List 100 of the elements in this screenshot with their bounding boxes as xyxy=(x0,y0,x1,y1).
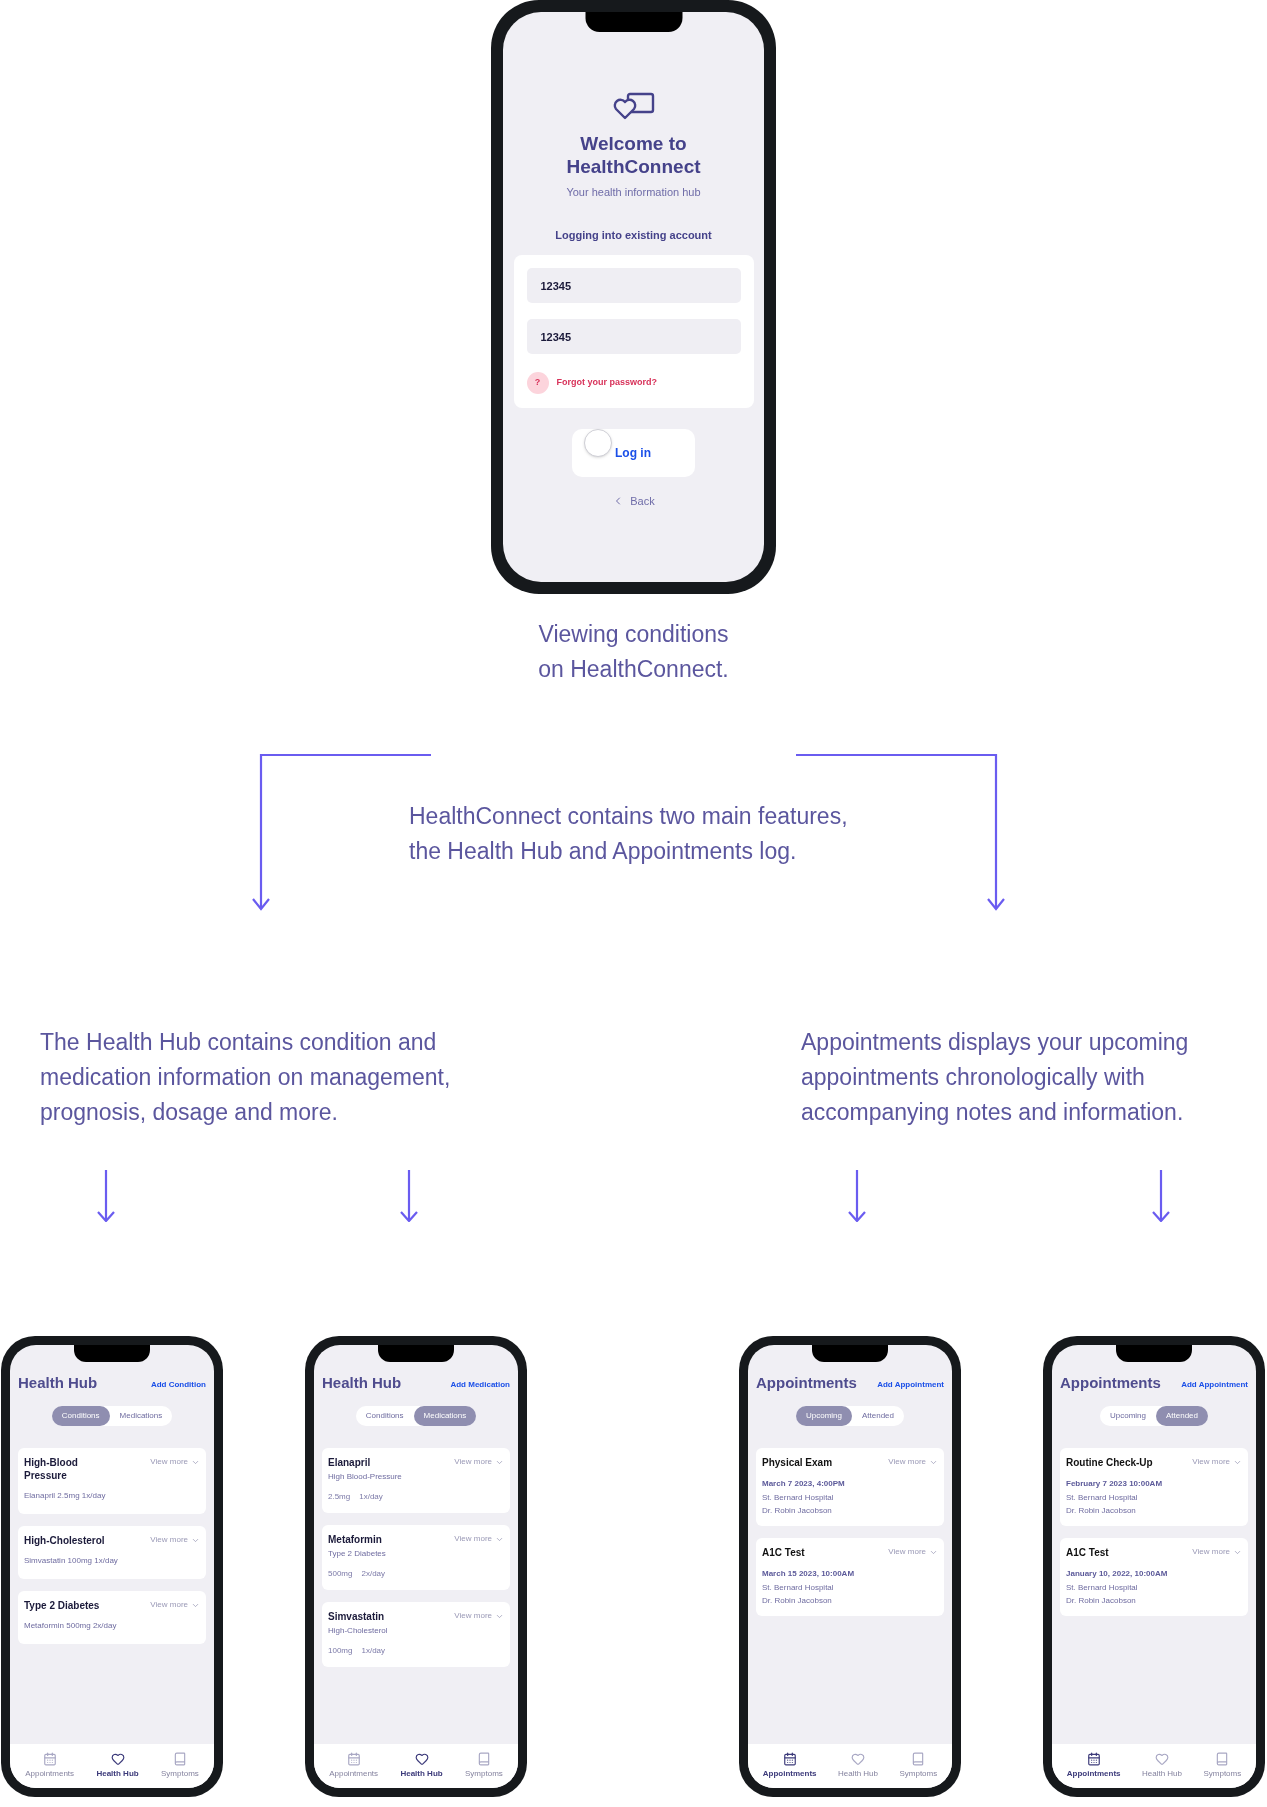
view-more-button[interactable]: View more xyxy=(1192,1456,1242,1468)
screen-title: Appointments xyxy=(756,1374,857,1392)
add-link[interactable]: Add Appointment xyxy=(877,1379,944,1391)
view-more-button[interactable]: View more xyxy=(454,1456,504,1468)
nav-tab[interactable]: Appointments xyxy=(25,1752,75,1780)
view-more-button[interactable]: View more xyxy=(888,1456,938,1468)
appointment-datetime: March 7 2023, 4:00PM xyxy=(762,1478,846,1490)
view-more-button[interactable]: View more xyxy=(454,1610,504,1622)
dose-text: 500mg xyxy=(328,1568,353,1580)
segment-tab[interactable]: Attended xyxy=(852,1406,904,1426)
heart-icon xyxy=(850,1752,865,1766)
heart-icon xyxy=(110,1752,125,1766)
doctor-text: Dr. Robin Jacobson xyxy=(1066,1505,1137,1517)
nav-tab[interactable]: Appointments xyxy=(329,1752,379,1780)
segment-tab[interactable]: Medications xyxy=(413,1406,477,1426)
screen-title: Appointments xyxy=(1060,1374,1161,1392)
nav-tab[interactable]: Appointments xyxy=(1066,1752,1121,1780)
add-link[interactable]: Add Medication xyxy=(450,1379,510,1391)
appointments-description: Appointments displays your upcoming appointments chronologically with accompanying notes and information. xyxy=(801,1028,1190,1127)
medication-summary: Simvastatin 100mg 1x/day xyxy=(24,1555,119,1567)
condition-label: Type 2 Diabetes xyxy=(328,1548,387,1560)
segment-tab[interactable]: Upcoming xyxy=(795,1406,852,1426)
appointment-datetime: January 10, 2022, 10:00AM xyxy=(1066,1568,1169,1580)
nav-tab[interactable]: Health Hub xyxy=(1141,1752,1182,1780)
appointment-name: Physical Exam xyxy=(762,1456,833,1469)
view-more-button[interactable]: View more xyxy=(150,1534,200,1546)
nav-tab[interactable]: Health Hub xyxy=(96,1752,139,1780)
doctor-text: Dr. Robin Jacobson xyxy=(762,1505,833,1517)
book-icon xyxy=(476,1752,491,1766)
condition-label: High Blood-Pressure xyxy=(328,1471,403,1483)
input-field[interactable]: 12345 xyxy=(526,319,741,354)
nav-tab[interactable]: Symptoms xyxy=(161,1752,199,1780)
condition-label: High-Cholesterol xyxy=(328,1625,389,1637)
segment-tab[interactable]: Attended xyxy=(1156,1406,1208,1426)
hospital-text: St. Bernard Hospital xyxy=(762,1492,835,1504)
medication-summary: Elanapril 2.5mg 1x/day xyxy=(24,1490,107,1502)
appointment-name: A1C Test xyxy=(762,1546,805,1559)
condition-name: Type 2 Diabetes xyxy=(24,1599,101,1612)
down-arrow-icon xyxy=(847,1170,867,1222)
segment-tab[interactable]: Upcoming xyxy=(1099,1406,1156,1426)
screen-title: Health Hub xyxy=(322,1374,402,1392)
features-text: HealthConnect contains two main features, the Health Hub and Appointments log. xyxy=(409,802,848,866)
screen-title: Health Hub xyxy=(18,1374,98,1392)
calendar-icon xyxy=(1086,1752,1101,1766)
view-more-button[interactable]: View more xyxy=(150,1456,200,1468)
nav-tab[interactable]: Symptoms xyxy=(899,1752,938,1780)
nav-tab[interactable]: Symptoms xyxy=(465,1752,503,1780)
login-button[interactable]: Log in xyxy=(572,429,695,477)
medication-name: Elanapril xyxy=(328,1456,371,1469)
nav-tab[interactable]: Health Hub xyxy=(837,1752,878,1780)
view-more-button[interactable]: View more xyxy=(150,1599,200,1611)
appointment-datetime: February 7 2023 10:00AM xyxy=(1066,1478,1164,1490)
down-arrow-icon xyxy=(399,1170,419,1222)
book-icon xyxy=(172,1752,187,1766)
heart-icon xyxy=(414,1752,429,1766)
help-badge: ? xyxy=(526,372,549,394)
frequency-text: 2x/day xyxy=(361,1568,386,1580)
nav-tab[interactable]: Appointments xyxy=(762,1752,817,1780)
back-link[interactable]: Back xyxy=(612,493,655,510)
segment-tab[interactable]: Medications xyxy=(109,1406,173,1426)
view-more-button[interactable]: View more xyxy=(454,1533,504,1545)
medication-name: Metaformin xyxy=(328,1533,382,1546)
view-more-button[interactable]: View more xyxy=(1192,1546,1242,1558)
subtitle: Your health information hub xyxy=(566,185,701,200)
health-hub-description: The Health Hub contains condition and medication information on management, prognosis, dosage and more. xyxy=(40,1028,452,1127)
doctor-text: Dr. Robin Jacobson xyxy=(1066,1595,1137,1607)
book-icon xyxy=(911,1752,926,1766)
appointment-datetime: March 15 2023, 10:00AM xyxy=(762,1568,856,1580)
nav-tab[interactable]: Health Hub xyxy=(400,1752,443,1780)
appointment-name: Routine Check-Up xyxy=(1066,1456,1153,1469)
condition-name: High-Cholesterol xyxy=(24,1534,106,1547)
forgot-password-link[interactable]: Forgot your password? xyxy=(556,376,657,390)
view-more-button[interactable]: View more xyxy=(888,1546,938,1558)
input-field[interactable]: 12345 xyxy=(526,268,741,303)
caption-text: Viewing conditions on HealthConnect. xyxy=(537,620,730,684)
segment-tab[interactable]: Conditions xyxy=(51,1406,110,1426)
add-link[interactable]: Add Condition xyxy=(150,1379,206,1391)
down-arrow-icon xyxy=(96,1170,116,1222)
welcome-title: Welcome to HealthConnect xyxy=(566,132,701,178)
dose-text: 2.5mg xyxy=(328,1491,351,1503)
section-label: Logging into existing account xyxy=(555,227,712,243)
dose-text: 100mg xyxy=(328,1645,353,1657)
calendar-icon xyxy=(782,1752,797,1766)
book-icon xyxy=(1215,1752,1230,1766)
frequency-text: 1x/day xyxy=(361,1645,386,1657)
condition-name: High-Blood Pressure xyxy=(24,1456,79,1482)
hospital-text: St. Bernard Hospital xyxy=(1066,1492,1139,1504)
appointment-name: A1C Test xyxy=(1066,1546,1109,1559)
nav-tab[interactable]: Symptoms xyxy=(1203,1752,1242,1780)
medication-summary: Metaformin 500mg 2x/day xyxy=(24,1620,118,1632)
medication-name: Simvastatin xyxy=(328,1610,385,1623)
heart-chat-logo-icon xyxy=(612,92,655,120)
segment-tab[interactable]: Conditions xyxy=(355,1406,414,1426)
calendar-icon xyxy=(346,1752,361,1766)
doctor-text: Dr. Robin Jacobson xyxy=(762,1595,833,1607)
hospital-text: St. Bernard Hospital xyxy=(762,1582,835,1594)
add-link[interactable]: Add Appointment xyxy=(1181,1379,1248,1391)
frequency-text: 1x/day xyxy=(359,1491,383,1503)
calendar-icon xyxy=(42,1752,57,1766)
down-arrow-icon xyxy=(1151,1170,1171,1222)
